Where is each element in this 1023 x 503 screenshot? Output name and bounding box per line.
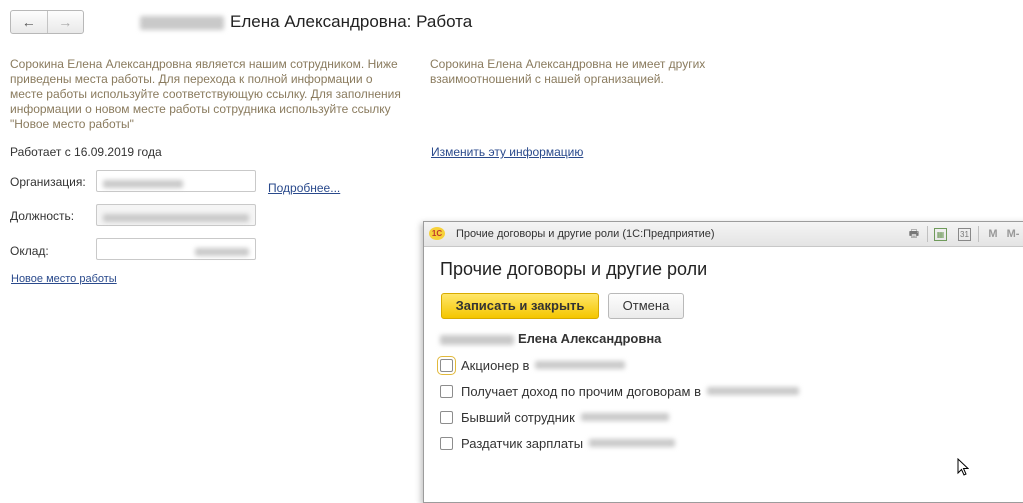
table-icon[interactable]: ▦ (934, 228, 947, 241)
cancel-button[interactable]: Отмена (608, 293, 684, 319)
checkbox[interactable] (440, 410, 453, 424)
details-link[interactable]: Подробнее... (268, 181, 340, 195)
redacted-value (103, 179, 183, 188)
relations-info-text: Сорокина Елена Александровна не имеет др… (430, 57, 706, 86)
memory-minus-icon[interactable]: M- (1006, 227, 1020, 241)
new-work-link[interactable]: Новое место работы (11, 273, 117, 285)
nav-buttons: ← → (10, 10, 84, 34)
forward-button[interactable]: → (46, 11, 84, 33)
checkbox[interactable] (437, 355, 456, 375)
checkbox-salary-distributor[interactable]: Раздатчик зарплаты (440, 433, 676, 453)
employee-info-text: Сорокина Елена Александровна является на… (10, 57, 401, 131)
checkbox[interactable] (440, 436, 453, 450)
checkbox-former-employee[interactable]: Бывший сотрудник (440, 407, 669, 427)
toolbar-separator (978, 226, 979, 242)
dialog-window-title: Прочие договоры и другие роли (1С:Предпр… (456, 228, 715, 240)
works-since: Работает с 16.09.2019 года (10, 145, 162, 159)
checkbox[interactable] (440, 384, 453, 398)
redacted-value (535, 361, 626, 369)
position-field[interactable] (96, 204, 256, 226)
redacted-value (707, 387, 799, 395)
person-name: Елена Александровна (440, 331, 661, 346)
toolbar-separator (927, 226, 928, 242)
organization-field[interactable] (96, 170, 256, 192)
arrow-left-icon: ← (21, 14, 36, 30)
memory-icon[interactable]: M (986, 227, 1000, 241)
back-button[interactable]: ← (11, 11, 47, 33)
checkbox-other-contracts[interactable]: Получает доход по прочим договорам в (440, 381, 799, 401)
calendar-icon[interactable]: 31 (958, 228, 971, 241)
redacted-value (195, 247, 249, 256)
salary-field[interactable] (96, 238, 256, 260)
page-title-text: Елена Александровна: Работа (230, 12, 473, 31)
dialog-titlebar: 1С Прочие договоры и другие роли (1С:Пре… (424, 222, 1023, 247)
position-label: Должность: (10, 209, 75, 223)
redacted-surname (440, 334, 514, 345)
print-icon[interactable]: 🖶 (907, 227, 921, 241)
mouse-cursor-icon (957, 458, 969, 476)
roles-dialog: 1С Прочие договоры и другие роли (1С:Пре… (423, 221, 1023, 503)
salary-label: Оклад: (10, 244, 49, 258)
redacted-value (580, 413, 669, 421)
organization-label: Организация: (10, 175, 86, 189)
save-close-button[interactable]: Записать и закрыть (441, 293, 599, 319)
checkbox-shareholder[interactable]: Акционер в (437, 355, 626, 375)
change-info-link[interactable]: Изменить эту информацию (431, 145, 583, 159)
redacted-value (103, 213, 249, 222)
redacted-surname (140, 15, 224, 30)
dialog-heading: Прочие договоры и другие роли (440, 259, 708, 279)
page-title: Елена Александровна: Работа (140, 12, 472, 32)
redacted-value (589, 439, 676, 447)
1c-logo-icon: 1С (429, 227, 445, 240)
arrow-right-icon: → (58, 14, 73, 30)
